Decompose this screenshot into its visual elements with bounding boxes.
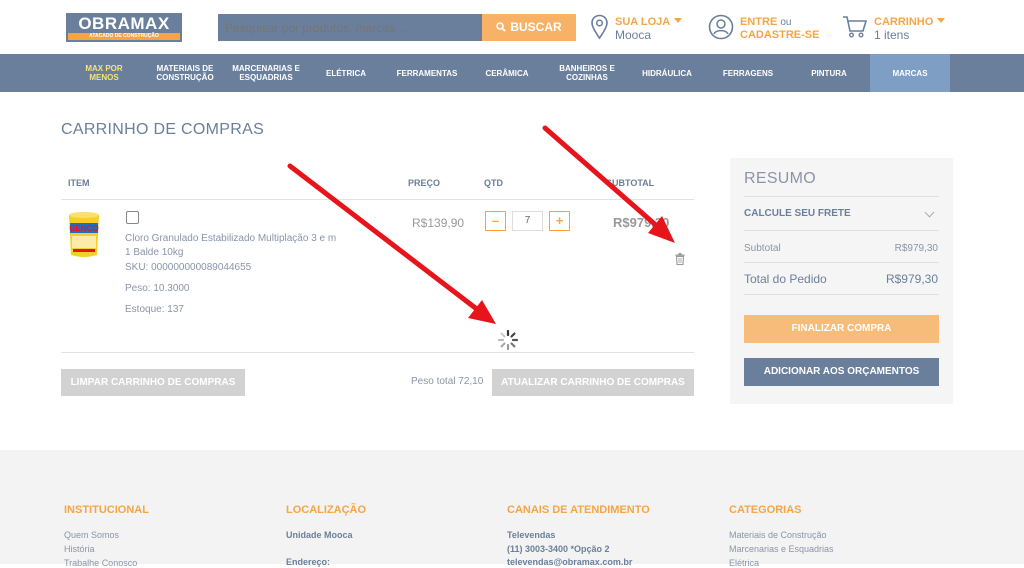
caret-down-icon	[937, 18, 946, 23]
footer-link[interactable]: História	[64, 544, 95, 554]
product-price: R$139,90	[412, 216, 465, 230]
nav-item-max-por-menos[interactable]: MAX POR MENOS	[78, 54, 130, 92]
column-header-item: ITEM	[68, 178, 90, 188]
add-to-quotes-button[interactable]: ADICIONAR AOS ORÇAMENTOS	[744, 358, 939, 386]
column-header-qty: QTD	[484, 178, 503, 188]
footer-phone[interactable]: (11) 3003-3400 *Opção 2	[507, 544, 610, 554]
login-label: ENTRE	[740, 16, 778, 28]
qty-decrease-button[interactable]: –	[485, 211, 506, 231]
nav-item-hidraulica[interactable]: HIDRÁULICA	[632, 54, 702, 92]
product-weight: Peso: 10.3000	[125, 283, 190, 294]
divider	[61, 352, 694, 353]
nav-item-banheiros[interactable]: BANHEIROS E COZINHAS	[548, 54, 626, 92]
nav-item-marcas[interactable]: MARCAS	[870, 54, 950, 92]
footer-link[interactable]: Trabalhe Conosco	[64, 558, 137, 568]
footer-link[interactable]: Quem Somos	[64, 530, 119, 540]
column-header-subtotal: SUBTOTAL	[606, 178, 655, 188]
store-label: SUA LOJA	[615, 16, 671, 28]
update-cart-button[interactable]: ATUALIZAR CARRINHO DE COMPRAS	[492, 369, 694, 396]
footer-link[interactable]: Elétrica	[729, 558, 759, 568]
item-subtotal: R$979,30	[613, 215, 670, 230]
store-selector[interactable]: SUA LOJA	[615, 16, 683, 28]
product-name[interactable]: Cloro Granulado Estabilizado Multiplação…	[125, 232, 340, 260]
nav-item-materiais[interactable]: MATERIAIS DE CONSTRUÇÃO	[150, 54, 220, 92]
order-total-value: R$979,30	[885, 272, 938, 286]
product-sku: SKU: 000000000089044655	[125, 262, 252, 273]
order-total-label: Total do Pedido	[744, 272, 827, 286]
login-link[interactable]: ENTRE ou	[740, 16, 791, 29]
logo-text: OBRAMAX	[78, 14, 170, 33]
loading-spinner-icon	[497, 329, 519, 351]
product-image[interactable]: GENCO	[63, 209, 105, 259]
search-icon	[496, 22, 506, 32]
or-label: ou	[780, 17, 792, 28]
footer-heading-localizacao: LOCALIZAÇÃO	[286, 504, 367, 516]
location-pin-icon[interactable]	[590, 14, 609, 40]
divider	[744, 262, 939, 263]
total-weight: Peso total 72,10	[411, 376, 484, 387]
footer-address-label: Endereço:	[286, 557, 331, 567]
clear-cart-button[interactable]: LIMPAR CARRINHO DE COMPRAS	[61, 369, 245, 396]
annotation-arrowhead	[468, 300, 496, 324]
checkout-button[interactable]: FINALIZAR COMPRA	[744, 315, 939, 343]
product-brand-text: GENCO	[69, 224, 98, 233]
cart-link[interactable]: CARRINHO	[874, 16, 946, 28]
qty-input[interactable]: 7	[512, 211, 543, 231]
footer-heading-categorias: CATEGORIAS	[729, 504, 802, 516]
footer-televendas-label: Televendas	[507, 530, 556, 540]
column-header-price: PREÇO	[408, 178, 441, 188]
trash-icon[interactable]	[675, 253, 685, 265]
divider	[744, 294, 939, 295]
category-nav: MAX POR MENOS MATERIAIS DE CONSTRUÇÃO MA…	[0, 54, 1024, 92]
caret-down-icon	[674, 18, 683, 23]
footer-heading-atendimento: CANAIS DE ATENDIMENTO	[507, 504, 650, 516]
shipping-calculator-toggle[interactable]: CALCULE SEU FRETE	[744, 208, 851, 219]
nav-item-ferragens[interactable]: FERRAGENS	[710, 54, 786, 92]
subtotal-label: Subtotal	[744, 243, 781, 254]
nav-item-ferramentas[interactable]: FERRAMENTAS	[388, 54, 466, 92]
nav-item-marcenarias[interactable]: MARCENARIAS E ESQUADRIAS	[226, 54, 306, 92]
nav-item-pintura[interactable]: PINTURA	[792, 54, 866, 92]
site-header: OBRAMAX ATACADO DE CONSTRUÇÃO BUSCAR SUA…	[0, 0, 1024, 54]
user-icon[interactable]	[708, 14, 734, 40]
divider	[744, 230, 939, 231]
nav-item-eletrica[interactable]: ELÉTRICA	[312, 54, 380, 92]
product-stock: Estoque: 137	[125, 304, 184, 315]
search-button[interactable]: BUSCAR	[482, 14, 576, 41]
footer-link[interactable]: Materiais de Construção	[729, 530, 827, 540]
divider	[61, 199, 694, 200]
cart-icon[interactable]	[842, 15, 868, 39]
store-value: Mooca	[615, 28, 652, 42]
obramax-logo[interactable]: OBRAMAX ATACADO DE CONSTRUÇÃO	[66, 13, 182, 42]
qty-increase-button[interactable]: +	[549, 211, 570, 231]
register-link[interactable]: CADASTRE-SE	[740, 29, 819, 41]
logo-tagline: ATACADO DE CONSTRUÇÃO	[68, 33, 180, 40]
item-select-checkbox[interactable]	[126, 211, 139, 224]
page-title: CARRINHO DE COMPRAS	[61, 121, 265, 138]
nav-item-ceramica[interactable]: CERÂMICA	[472, 54, 542, 92]
footer-store-name: Unidade Mooca	[286, 530, 353, 540]
subtotal-value: R$979,30	[894, 243, 938, 254]
search-button-label: BUSCAR	[510, 20, 562, 34]
search-input[interactable]	[218, 14, 482, 41]
footer-email[interactable]: televendas@obramax.com.br	[507, 557, 632, 567]
footer-heading-institucional: INSTITUCIONAL	[64, 504, 149, 516]
cart-label: CARRINHO	[874, 16, 934, 28]
divider	[744, 196, 939, 197]
footer-link[interactable]: Marcenarias e Esquadrias	[729, 544, 834, 554]
cart-count: 1 itens	[874, 28, 910, 42]
summary-title: RESUMO	[744, 170, 817, 187]
